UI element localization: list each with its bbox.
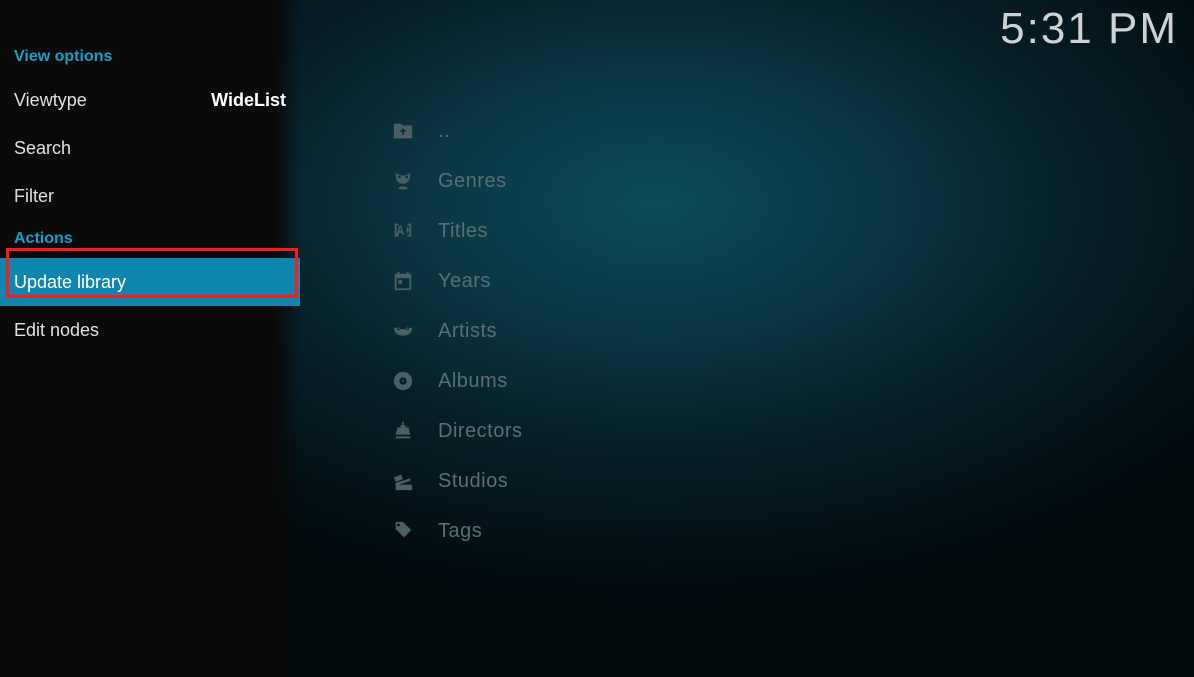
list-item-label: Genres [438,170,507,193]
update-library-label: Update library [14,258,126,306]
view-options-header: View options [0,44,300,76]
list-item-titles[interactable]: Titles [392,206,1092,256]
filter-label: Filter [14,172,54,220]
sidebar: View options Viewtype WideList Search Fi… [0,0,300,677]
main-list: .. Genres Titles Years Artists [392,106,1092,556]
albums-icon [392,370,414,392]
viewtype-item[interactable]: Viewtype WideList [0,76,300,124]
list-item-artists[interactable]: Artists [392,306,1092,356]
calendar-icon [392,270,414,292]
list-item-label: Albums [438,370,508,393]
list-item-genres[interactable]: Genres [392,156,1092,206]
update-library-item[interactable]: Update library [0,258,300,306]
list-item-directors[interactable]: Directors [392,406,1092,456]
list-item-label: Titles [438,220,488,243]
studios-icon [392,470,414,492]
list-item-parent[interactable]: .. [392,106,1092,156]
list-item-tags[interactable]: Tags [392,506,1092,556]
search-label: Search [14,124,71,172]
list-item-label: Years [438,270,491,293]
genres-icon [392,170,414,192]
clock: 5:31 PM [1000,4,1178,54]
viewtype-label: Viewtype [14,76,87,124]
tags-icon [392,520,414,542]
search-item[interactable]: Search [0,124,300,172]
list-item-label: Artists [438,320,497,343]
directors-icon [392,420,414,442]
folder-up-icon [392,120,414,142]
titles-icon [392,220,414,242]
app-root: 5:31 PM View options Viewtype WideList S… [0,0,1194,677]
edit-nodes-label: Edit nodes [14,306,99,354]
list-item-label: Studios [438,470,508,493]
list-item-years[interactable]: Years [392,256,1092,306]
viewtype-value: WideList [211,76,286,124]
list-item-label: .. [438,120,450,143]
edit-nodes-item[interactable]: Edit nodes [0,306,300,354]
actions-header: Actions [0,220,300,258]
list-item-label: Tags [438,520,482,543]
list-item-studios[interactable]: Studios [392,456,1092,506]
list-item-albums[interactable]: Albums [392,356,1092,406]
artists-icon [392,320,414,342]
list-item-label: Directors [438,420,523,443]
filter-item[interactable]: Filter [0,172,300,220]
